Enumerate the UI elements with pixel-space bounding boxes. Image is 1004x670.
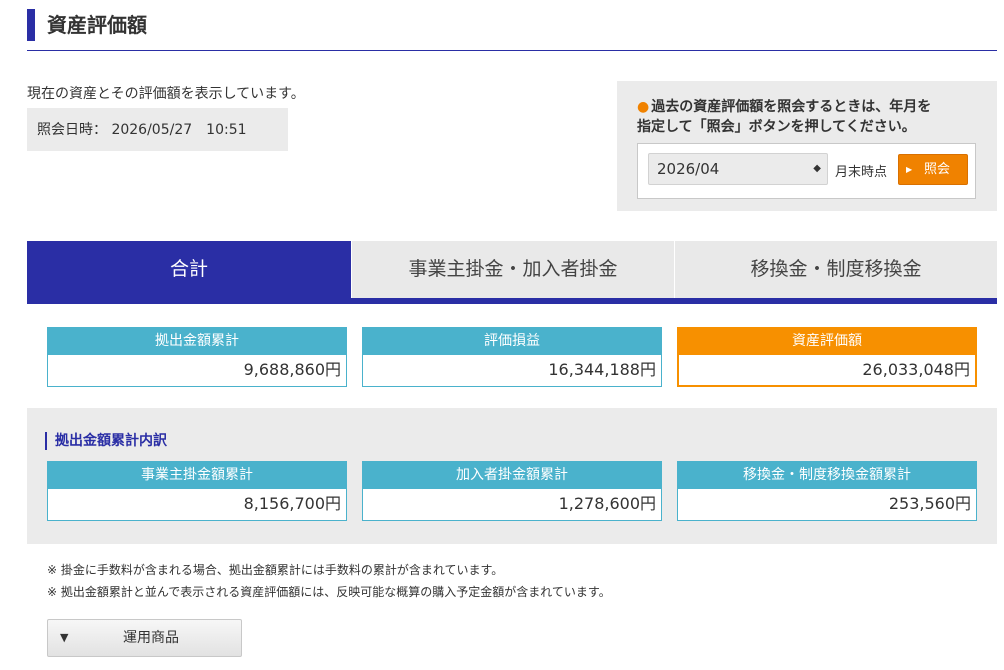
tab-total[interactable]: 合計 bbox=[27, 241, 351, 298]
cumulative-contributions-value: 9,688,860円 bbox=[47, 355, 347, 387]
transfer-contribution-value: 253,560円 bbox=[677, 489, 977, 521]
investment-products-label: 運用商品 bbox=[123, 630, 179, 646]
tab-bar: 合計 事業主掛金・加入者掛金 移換金・制度移換金 bbox=[27, 241, 997, 304]
month-select[interactable]: 2026/04 ◆ bbox=[648, 153, 828, 185]
month-end-suffix: 月末時点 bbox=[835, 165, 888, 180]
employer-contribution-label: 事業主掛金額累計 bbox=[47, 461, 347, 489]
cumulative-contributions-label: 拠出金額累計 bbox=[47, 327, 347, 355]
member-contribution-value: 1,278,600円 bbox=[362, 489, 662, 521]
footnote-purchase-estimate: ※ 拠出金額累計と並んで表示される資産評価額には、反映可能な概算の購入予定金額が… bbox=[47, 585, 611, 599]
play-arrow-icon: ▶ bbox=[906, 165, 913, 174]
query-button-label: 照会 bbox=[924, 162, 951, 177]
transfer-contribution-card: 移換金・制度移換金額累計 253,560円 bbox=[677, 461, 977, 521]
tab-employer-employee-contributions[interactable]: 事業主掛金・加入者掛金 bbox=[352, 241, 674, 298]
page-title: 資産評価額 bbox=[47, 13, 147, 37]
past-query-note-line1: 過去の資産評価額を照会するときは、年月を bbox=[651, 99, 932, 115]
footnotes: ※ 掛金に手数料が含まれる場合、拠出金額累計には手数料の累計が含まれています。 … bbox=[47, 559, 611, 603]
page-header: 資産評価額 bbox=[27, 9, 997, 51]
month-select-value: 2026/04 bbox=[657, 160, 720, 178]
asset-valuation-card: 資産評価額 26,033,048円 bbox=[677, 327, 977, 387]
investment-products-toggle[interactable]: ▼ 運用商品 bbox=[47, 619, 242, 657]
employer-contribution-card: 事業主掛金額累計 8,156,700円 bbox=[47, 461, 347, 521]
query-datetime-box: 照会日時： 2026/05/27 10:51 bbox=[27, 108, 288, 151]
past-query-note-line2: 指定して「照会」ボタンを押してください。 bbox=[637, 119, 916, 135]
member-contribution-label: 加入者掛金額累計 bbox=[362, 461, 662, 489]
query-date: 2026/05/27 bbox=[111, 122, 193, 138]
query-time: 10:51 bbox=[206, 122, 247, 138]
contribution-breakdown-section: 拠出金額累計内訳 事業主掛金額累計 8,156,700円 加入者掛金額累計 1,… bbox=[27, 408, 997, 544]
total-panel: 拠出金額累計 9,688,860円 評価損益 16,344,188円 資産評価額… bbox=[27, 304, 997, 670]
employer-contribution-value: 8,156,700円 bbox=[47, 489, 347, 521]
past-query-panel: ● 過去の資産評価額を照会するときは、年月を 指定して「照会」ボタンを押してくださ… bbox=[617, 81, 997, 211]
query-form: 2026/04 ◆ 月末時点 ▶ 照会 bbox=[637, 143, 976, 199]
query-datetime-label: 照会日時： bbox=[37, 122, 107, 138]
bullet-dot-icon: ● bbox=[637, 99, 650, 115]
intro-description: 現在の資産とその評価額を表示しています。 bbox=[27, 86, 305, 102]
tab-transfer-funds[interactable]: 移換金・制度移換金 bbox=[675, 241, 997, 298]
header-accent-bar bbox=[27, 9, 35, 41]
asset-valuation-value: 26,033,048円 bbox=[677, 355, 977, 387]
member-contribution-card: 加入者掛金額累計 1,278,600円 bbox=[362, 461, 662, 521]
triangle-down-icon: ▼ bbox=[60, 631, 69, 644]
query-button[interactable]: ▶ 照会 bbox=[898, 154, 968, 185]
footnote-fees: ※ 掛金に手数料が含まれる場合、拠出金額累計には手数料の累計が含まれています。 bbox=[47, 563, 504, 577]
valuation-gain-value: 16,344,188円 bbox=[362, 355, 662, 387]
breakdown-title: 拠出金額累計内訳 bbox=[45, 432, 167, 450]
cumulative-contributions-card: 拠出金額累計 9,688,860円 bbox=[47, 327, 347, 387]
valuation-gain-card: 評価損益 16,344,188円 bbox=[362, 327, 662, 387]
transfer-contribution-label: 移換金・制度移換金額累計 bbox=[677, 461, 977, 489]
asset-valuation-label: 資産評価額 bbox=[677, 327, 977, 355]
select-arrows-icon: ◆ bbox=[813, 163, 821, 174]
past-query-note: ● 過去の資産評価額を照会するときは、年月を 指定して「照会」ボタンを押してくださ… bbox=[637, 97, 987, 137]
valuation-gain-label: 評価損益 bbox=[362, 327, 662, 355]
